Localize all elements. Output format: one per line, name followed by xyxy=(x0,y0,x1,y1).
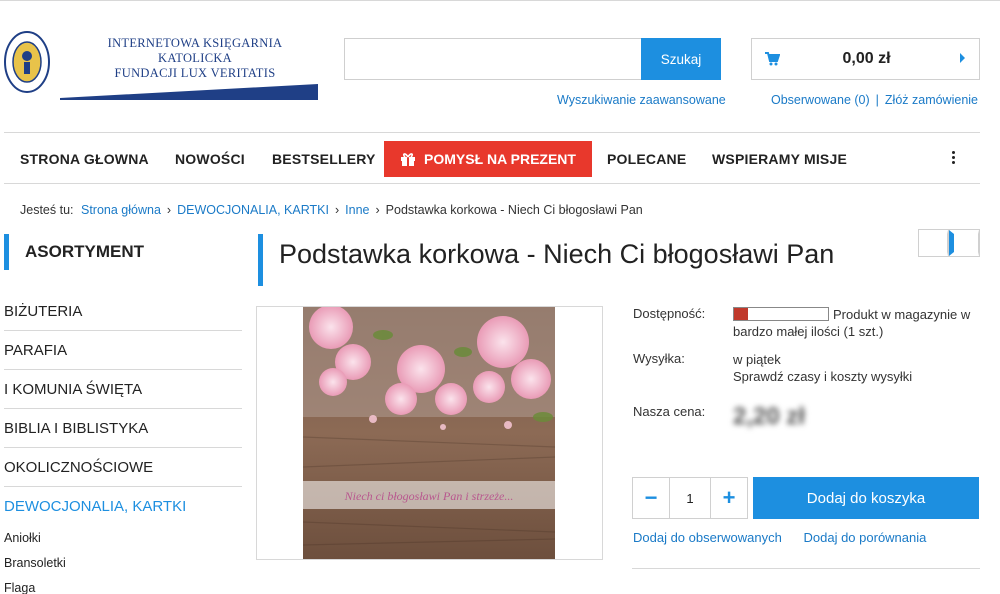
next-product-button[interactable] xyxy=(949,230,979,256)
chevron-left-icon xyxy=(919,230,948,256)
breadcrumb-current: Podstawka korkowa - Niech Ci błogosławi … xyxy=(385,203,643,217)
product-image-caption: Niech ci błogosławi Pan i strzeże... xyxy=(344,489,514,503)
breadcrumb-link-other[interactable]: Inne xyxy=(345,203,369,217)
search-input[interactable] xyxy=(344,38,642,80)
cart-total: 0,00 zł xyxy=(842,50,891,67)
prev-product-button[interactable] xyxy=(919,230,949,256)
shipping-info-link[interactable]: Sprawdź czasy i koszty wysyłki xyxy=(733,368,912,385)
search-button[interactable]: Szukaj xyxy=(641,38,721,80)
breadcrumb-separator: › xyxy=(334,203,340,217)
subcategory-item-angels[interactable]: Aniołki xyxy=(4,528,66,553)
chevron-right-icon xyxy=(960,53,965,63)
place-order-link[interactable]: Złóż zamówienie xyxy=(885,93,978,107)
subcategory-item-flag[interactable]: Flaga xyxy=(4,578,66,594)
lux-veritatis-seal-icon xyxy=(4,31,50,93)
product-pager xyxy=(918,229,980,257)
breadcrumb: Jesteś tu: Strona główna › DEWOCJONALIA, K… xyxy=(20,203,643,217)
quantity-stepper: − 1 + xyxy=(632,477,748,519)
availability-label: Dostępność: xyxy=(633,306,706,321)
product-image: Niech ci błogosławi Pan i strzeże... xyxy=(303,307,555,559)
add-to-watchlist-link[interactable]: Dodaj do obserwowanych xyxy=(633,530,782,545)
sidebar-title: ASORTYMENT xyxy=(4,234,242,270)
kebab-menu-icon[interactable] xyxy=(952,151,956,165)
breadcrumb-separator: › xyxy=(166,203,172,217)
chevron-right-icon xyxy=(949,230,979,256)
logo-line-1: INTERNETOWA KSIĘGARNIA KATOLICKA xyxy=(107,36,283,65)
logo-swoosh xyxy=(60,84,318,100)
breadcrumb-prefix: Jesteś tu: xyxy=(20,203,74,217)
category-list: BIŻUTERIA PARAFIA I KOMUNIA ŚWIĘTA BIBLI… xyxy=(4,292,242,526)
nav-item-missions[interactable]: WSPIERAMY MISJE xyxy=(712,133,847,183)
gift-icon xyxy=(401,153,416,166)
shipping-label: Wysyłka: xyxy=(633,351,685,366)
advanced-search-link[interactable]: Wyszukiwanie zaawansowane xyxy=(557,93,726,107)
price-label: Nasza cena: xyxy=(633,404,706,419)
category-item-bible[interactable]: BIBLIA I BIBLISTYKA xyxy=(4,409,242,448)
logo-line-2: FUNDACJI LUX VERITATIS xyxy=(114,66,276,80)
breadcrumb-link-home[interactable]: Strona główna xyxy=(81,203,161,217)
cart-widget[interactable]: 0,00 zł xyxy=(751,38,980,80)
product-title: Podstawka korkowa - Niech Ci błogosławi … xyxy=(258,234,834,286)
quantity-increase-button[interactable]: + xyxy=(711,478,747,518)
add-to-cart-button[interactable]: Dodaj do koszyka xyxy=(753,477,979,519)
nav-item-bestsellers[interactable]: BESTSELLERY xyxy=(272,133,376,183)
breadcrumb-separator: › xyxy=(375,203,380,217)
product-action-links: Dodaj do obserwowanych Dodaj do porównan… xyxy=(633,530,926,545)
shipping-value: w piątek xyxy=(733,352,781,367)
breadcrumb-link-devotional[interactable]: DEWOCJONALIA, KARTKI xyxy=(177,203,329,217)
availability-text: Produkt w magazynie w bardzo małej ilośc… xyxy=(733,307,971,339)
link-separator: | xyxy=(875,93,879,107)
subcategory-item-bracelets[interactable]: Bransoletki xyxy=(4,553,66,578)
quantity-decrease-button[interactable]: − xyxy=(633,478,669,518)
subcategory-list: Aniołki Bransoletki Flaga xyxy=(4,528,66,594)
quantity-input[interactable]: 1 xyxy=(669,478,711,518)
price-value: 2,20 zł xyxy=(733,403,843,457)
add-to-compare-link[interactable]: Dodaj do porównania xyxy=(804,530,927,545)
product-image-frame[interactable]: Niech ci błogosławi Pan i strzeże... xyxy=(256,306,603,560)
watched-link[interactable]: Obserwowane (0) xyxy=(771,93,870,107)
category-item-communion[interactable]: I KOMUNIA ŚWIĘTA xyxy=(4,370,242,409)
category-item-devotional[interactable]: DEWOCJONALIA, KARTKI xyxy=(4,487,242,526)
nav-item-home[interactable]: STRONA GŁOWNA xyxy=(20,133,149,183)
nav-item-new[interactable]: NOWOŚCI xyxy=(175,133,245,183)
nav-item-recommended[interactable]: POLECANE xyxy=(607,133,686,183)
price-amount: 2,20 zł xyxy=(733,403,806,430)
nav-item-gift-idea[interactable]: POMYSŁ NA PREZENT xyxy=(384,141,592,177)
top-divider xyxy=(0,0,1000,1)
category-item-parish[interactable]: PARAFIA xyxy=(4,331,242,370)
category-item-occasional[interactable]: OKOLICZNOŚCIOWE xyxy=(4,448,242,487)
divider xyxy=(632,568,980,569)
gift-label: POMYSŁ NA PREZENT xyxy=(424,151,576,167)
main-nav: STRONA GŁOWNA NOWOŚCI BESTSELLERY POMYSŁ… xyxy=(4,132,980,184)
store-logo[interactable]: INTERNETOWA KSIĘGARNIA KATOLICKA FUNDACJ… xyxy=(4,30,318,100)
logo-text: INTERNETOWA KSIĘGARNIA KATOLICKA FUNDACJ… xyxy=(70,36,320,81)
category-item-jewelry[interactable]: BIŻUTERIA xyxy=(4,292,242,331)
user-links: Obserwowane (0) | Złóż zamówienie xyxy=(771,93,978,107)
